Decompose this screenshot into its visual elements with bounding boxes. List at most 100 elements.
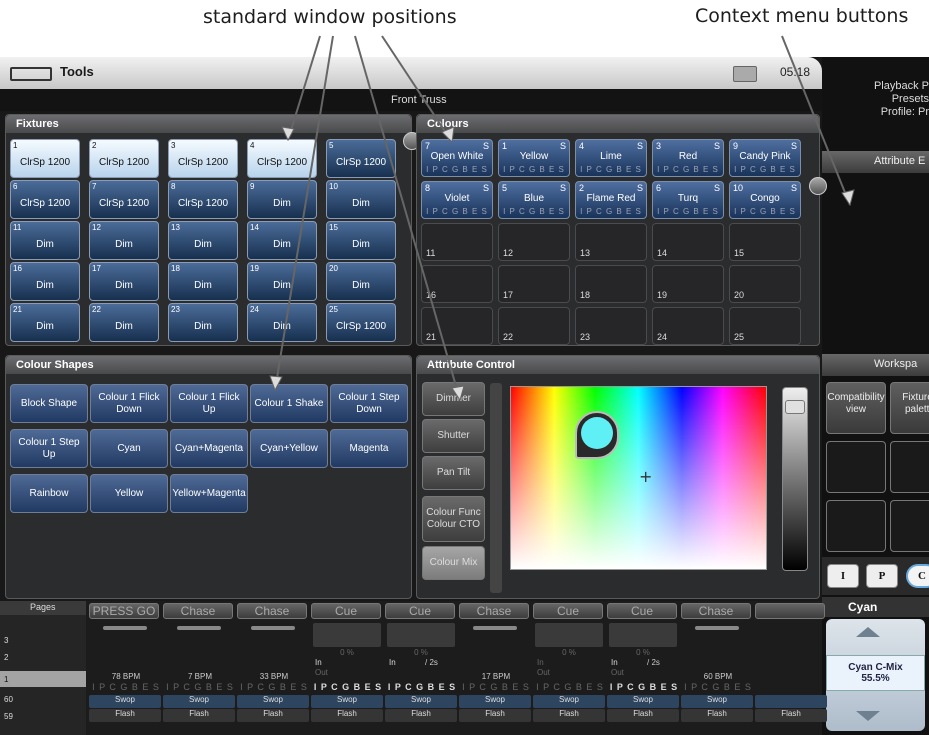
fixture-button[interactable]: 4 ClrSp 1200 — [247, 139, 317, 178]
keyboard-icon[interactable] — [733, 66, 757, 82]
swop-button[interactable]: Swop — [459, 695, 531, 708]
shape-button[interactable]: Colour 1 Flick Up — [170, 384, 248, 423]
playback-mode-button[interactable]: Chase — [163, 603, 233, 619]
colour-palette-button[interactable]: 6 S Turq I P C G B E S — [652, 181, 724, 219]
flash-button[interactable]: Flash — [163, 709, 235, 722]
shape-button[interactable]: Cyan+Yellow — [250, 429, 328, 468]
colour-palette-button[interactable]: 4 S Lime I P C G B E S — [575, 139, 647, 177]
fixture-button[interactable]: 13 Dim — [168, 221, 238, 260]
fixture-button[interactable]: 21 Dim — [10, 303, 80, 342]
colour-palette-empty[interactable]: 25 — [729, 307, 801, 345]
colour-palette-empty[interactable]: 22 — [498, 307, 570, 345]
playback-mode-button[interactable] — [755, 603, 825, 619]
colour-palette-empty[interactable]: 19 — [652, 265, 724, 303]
workspace-empty-button[interactable] — [826, 441, 886, 493]
palette-value[interactable]: Cyan C-Mix 55.5% — [826, 655, 925, 691]
colour-palette-button[interactable]: 9 S Candy Pink I P C G B E S — [729, 139, 801, 177]
colour-palette-empty[interactable]: 11 — [421, 223, 493, 261]
shape-button[interactable]: Colour 1 Flick Down — [90, 384, 168, 423]
flash-button[interactable]: Flash — [89, 709, 161, 722]
fixture-button[interactable]: 20 Dim — [326, 262, 396, 301]
colour-palette-empty[interactable]: 23 — [575, 307, 647, 345]
colour-palette-button[interactable]: 2 S Flame Red I P C G B E S — [575, 181, 647, 219]
swop-button[interactable]: Swop — [89, 695, 161, 708]
fixture-button[interactable]: 23 Dim — [168, 303, 238, 342]
colour-palette-empty[interactable]: 21 — [421, 307, 493, 345]
fixture-button[interactable]: 18 Dim — [168, 262, 238, 301]
workspace-fixtures-palette-button[interactable]: Fixtures palette — [890, 382, 929, 434]
swop-button[interactable]: Swop — [607, 695, 679, 708]
colour-palette-button[interactable]: 1 S Yellow I P C G B E S — [498, 139, 570, 177]
mode-button-p[interactable]: P — [866, 564, 898, 588]
workspace-empty-button[interactable] — [890, 441, 929, 493]
fixture-button[interactable]: 16 Dim — [10, 262, 80, 301]
swop-button[interactable]: Swop — [237, 695, 309, 708]
page-item[interactable]: 2 — [4, 653, 8, 662]
attribute-button[interactable]: Colour Func Colour CTO — [422, 496, 485, 542]
fixture-button[interactable]: 6 ClrSp 1200 — [10, 180, 80, 219]
fixture-button[interactable]: 24 Dim — [247, 303, 317, 342]
swop-button[interactable]: Swop — [385, 695, 457, 708]
swop-button[interactable]: Swop — [163, 695, 235, 708]
down-arrow-icon[interactable] — [856, 711, 880, 721]
colour-palette-empty[interactable]: 14 — [652, 223, 724, 261]
swop-button[interactable] — [755, 695, 827, 708]
fixture-button[interactable]: 1 ClrSp 1200 — [10, 139, 80, 178]
swop-button[interactable]: Swop — [681, 695, 753, 708]
colour-picker-field[interactable]: + — [510, 386, 767, 570]
fixture-button[interactable]: 19 Dim — [247, 262, 317, 301]
flash-button[interactable]: Flash — [311, 709, 383, 722]
flash-button[interactable]: Flash — [459, 709, 531, 722]
colour-palette-empty[interactable]: 18 — [575, 265, 647, 303]
shape-button[interactable]: Block Shape — [10, 384, 88, 423]
attribute-button[interactable]: Pan Tilt — [422, 456, 485, 490]
window-resize-handle[interactable] — [809, 177, 827, 195]
page-item[interactable]: 3 — [4, 636, 8, 645]
playback-mode-button[interactable]: Chase — [237, 603, 307, 619]
mode-button-c[interactable]: C — [906, 564, 929, 588]
flash-button[interactable]: Flash — [533, 709, 605, 722]
tools-menu[interactable]: Tools — [60, 64, 94, 79]
fixture-button[interactable]: 22 Dim — [89, 303, 159, 342]
brightness-slider-handle[interactable] — [785, 400, 805, 414]
attribute-button[interactable]: Colour Mix — [422, 546, 485, 580]
workspace-empty-button[interactable] — [890, 500, 929, 552]
fixture-button[interactable]: 25 ClrSp 1200 — [326, 303, 396, 342]
flash-button[interactable]: Flash — [681, 709, 753, 722]
flash-button[interactable]: Flash — [385, 709, 457, 722]
fixture-button[interactable]: 2 ClrSp 1200 — [89, 139, 159, 178]
fixture-button[interactable]: 7 ClrSp 1200 — [89, 180, 159, 219]
shape-button[interactable]: Rainbow — [10, 474, 88, 513]
shape-button[interactable]: Colour 1 Step Up — [10, 429, 88, 468]
fixture-button[interactable]: 17 Dim — [89, 262, 159, 301]
fixture-button[interactable]: 10 Dim — [326, 180, 396, 219]
mode-button-i[interactable]: I — [827, 564, 859, 588]
page-item[interactable]: 60 — [4, 695, 13, 704]
playback-mode-button[interactable]: PRESS GO — [89, 603, 159, 619]
playback-mode-button[interactable]: Chase — [459, 603, 529, 619]
fixture-button[interactable]: 12 Dim — [89, 221, 159, 260]
swop-button[interactable]: Swop — [311, 695, 383, 708]
swop-button[interactable]: Swop — [533, 695, 605, 708]
brightness-slider[interactable] — [782, 387, 808, 571]
colour-palette-button[interactable]: 3 S Red I P C G B E S — [652, 139, 724, 177]
colour-palette-button[interactable]: 7 S Open White I P C G B E S — [421, 139, 493, 177]
colour-palette-button[interactable]: 5 S Blue I P C G B E S — [498, 181, 570, 219]
shape-button[interactable]: Cyan+Magenta — [170, 429, 248, 468]
colour-palette-empty[interactable]: 16 — [421, 265, 493, 303]
playback-mode-button[interactable]: Cue — [533, 603, 603, 619]
playback-mode-button[interactable]: Cue — [311, 603, 381, 619]
playback-mode-button[interactable]: Cue — [385, 603, 455, 619]
flash-button[interactable]: Flash — [237, 709, 309, 722]
colour-palette-empty[interactable]: 20 — [729, 265, 801, 303]
shape-button[interactable]: Colour 1 Shake — [250, 384, 328, 423]
flash-button[interactable]: Flash — [607, 709, 679, 722]
colour-palette-empty[interactable]: 15 — [729, 223, 801, 261]
colour-palette-empty[interactable]: 13 — [575, 223, 647, 261]
fixture-button[interactable]: 14 Dim — [247, 221, 317, 260]
colour-palette-button[interactable]: 8 S Violet I P C G B E S — [421, 181, 493, 219]
shape-button[interactable]: Yellow+Magenta — [170, 474, 248, 513]
fixture-button[interactable]: 11 Dim — [10, 221, 80, 260]
attribute-scrollbar[interactable] — [490, 383, 502, 593]
shape-button[interactable]: Colour 1 Step Down — [330, 384, 408, 423]
